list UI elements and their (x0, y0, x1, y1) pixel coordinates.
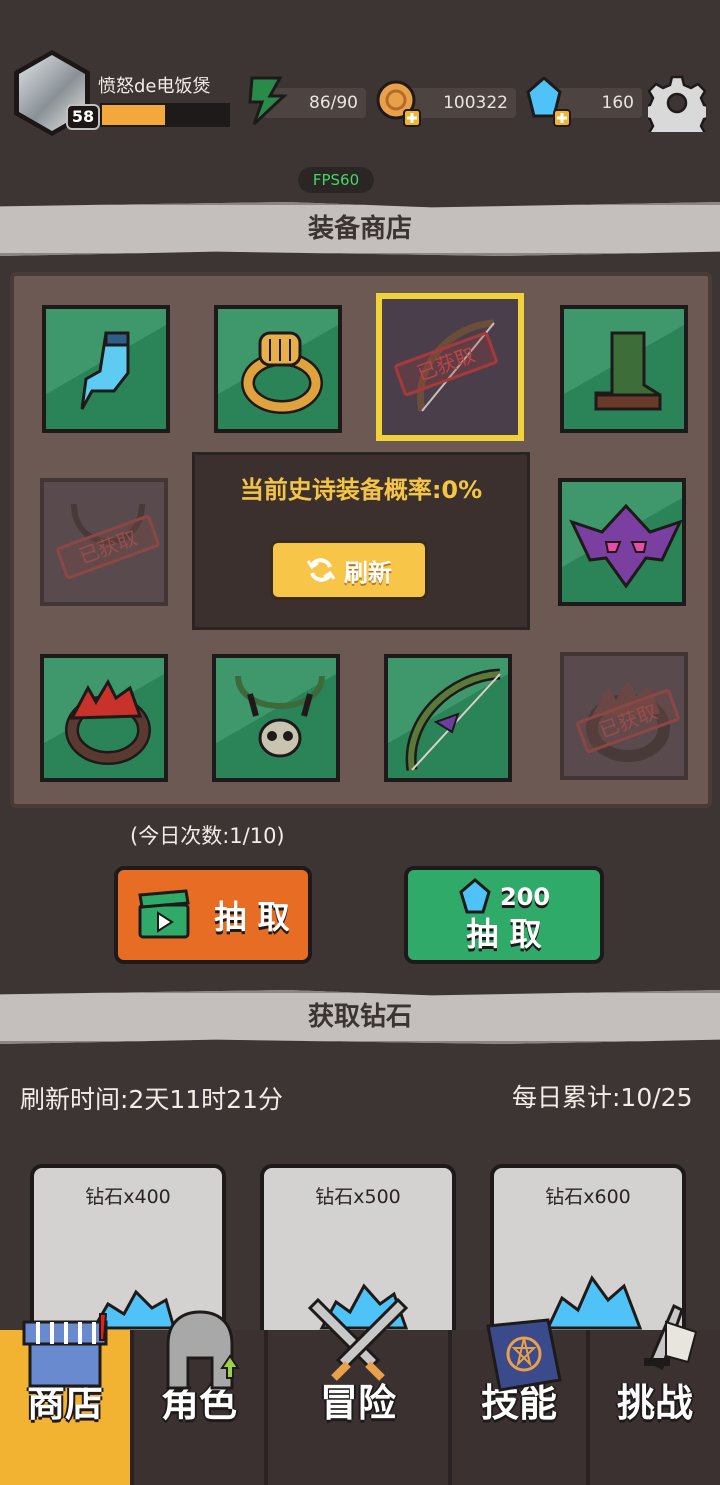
player-level-badge: 58 (66, 104, 100, 130)
gems-title-banner: 获取钻石 (0, 990, 720, 1044)
vine-bow-icon (405, 668, 501, 771)
shop-item-slot-taken[interactable]: 已获取 (40, 478, 168, 606)
settings-gear-icon[interactable] (648, 74, 706, 132)
shop-item-slot-selected[interactable]: 已获取 (376, 293, 524, 441)
gem-pack-label: 钻石x600 (545, 1186, 631, 1208)
crossed-swords-icon (308, 1297, 408, 1381)
tab-skills[interactable]: 技能 (452, 1318, 586, 1485)
gem-pack-label: 钻石x500 (315, 1186, 401, 1208)
gem-draw-label: 抽 取 (466, 915, 542, 953)
gems-daily-total: 每日累计:10/25 (512, 1083, 693, 1112)
shop-item-slot[interactable] (214, 305, 342, 433)
gem-draw-cost-row: 200 (458, 878, 550, 916)
shop-item-slot[interactable] (42, 305, 170, 433)
tab-challenge[interactable]: 挑战 (590, 1303, 720, 1485)
red-ring-icon (65, 678, 151, 765)
today-draw-count: (今日次数:1/10) (130, 824, 285, 848)
xp-bar-fill (102, 105, 165, 125)
gem-draw-button[interactable]: 200 抽 取 (404, 866, 604, 964)
shop-title: 装备商店 (307, 214, 412, 244)
refresh-label: 刷新 (344, 558, 392, 587)
gem-add-icon[interactable] (522, 76, 572, 128)
leather-boot-icon (594, 331, 662, 411)
gems-refresh-time: 刷新时间:2天11时21分 (20, 1085, 283, 1114)
shop-icon (22, 1313, 108, 1388)
gem-draw-cost: 200 (499, 883, 551, 911)
shop-item-slot[interactable] (384, 654, 512, 782)
shop-item-slot[interactable] (40, 654, 168, 782)
ice-boot-icon (80, 331, 130, 410)
epic-chance-text: 当前史诗装备概率:0% (239, 476, 483, 504)
shop-item-slot[interactable] (558, 478, 686, 606)
gem-pack-label: 钻石x400 (85, 1186, 171, 1208)
sword-flag-icon (644, 1303, 698, 1371)
game-screen: { "player": {"name": "愤怒de电饭煲", "level":… (0, 0, 720, 1485)
shop-item-slot-taken[interactable]: 已获取 (560, 652, 688, 780)
video-draw-button[interactable]: 抽 取 (114, 866, 312, 964)
clapperboard-icon (138, 889, 191, 939)
fps-indicator: FPS60 (298, 167, 374, 193)
shop-item-slot[interactable] (212, 654, 340, 782)
tab-adventure[interactable]: 冒险 (268, 1297, 448, 1485)
player-name: 愤怒de电饭煲 (98, 76, 211, 97)
gold-ring-icon (241, 331, 323, 414)
energy-icon (244, 74, 288, 126)
refresh-button[interactable]: 刷新 (270, 540, 428, 600)
coin-add-icon[interactable] (374, 78, 422, 128)
video-draw-label: 抽 取 (214, 898, 290, 936)
gems-title: 获取钻石 (307, 1002, 412, 1032)
tab-character[interactable]: 角色 (134, 1310, 264, 1485)
shop-item-slot[interactable] (560, 305, 688, 433)
shop-title-banner: 装备商店 (0, 202, 720, 256)
spellbook-icon (486, 1318, 562, 1392)
skull-necklace-icon (235, 675, 325, 758)
xp-bar (100, 103, 230, 127)
helmet-icon (166, 1310, 240, 1390)
refresh-icon (306, 558, 336, 582)
tab-shop[interactable]: 商店 (0, 1313, 130, 1485)
gem-icon (459, 878, 491, 914)
bat-helmet-icon (569, 503, 682, 589)
